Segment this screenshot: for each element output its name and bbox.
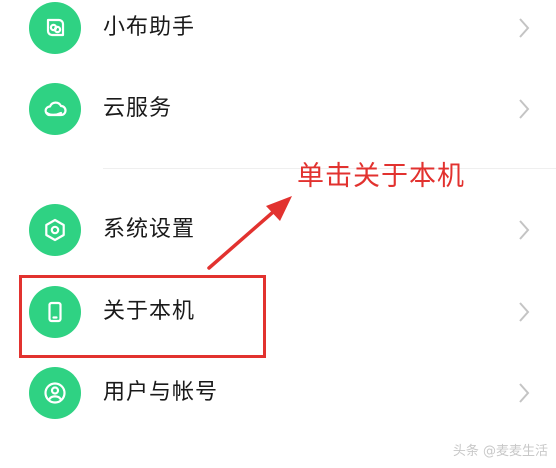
chevron-right-icon: [518, 17, 530, 39]
annotation-arrow-icon: [207, 196, 292, 270]
chevron-right-icon: [518, 98, 530, 120]
assistant-icon: [29, 2, 81, 54]
watermark: 头条 @麦麦生活: [452, 444, 548, 459]
cloud-icon: [29, 83, 81, 135]
settings-item-user-account[interactable]: 用户与帐号: [0, 355, 556, 431]
annotation-text: 单击关于本机: [297, 161, 465, 192]
settings-item-assistant[interactable]: 小布助手: [0, 0, 556, 66]
chevron-right-icon: [518, 382, 530, 404]
settings-item-label: 小布助手: [103, 15, 196, 40]
chevron-right-icon: [518, 301, 530, 323]
settings-item-label: 系统设置: [103, 217, 196, 242]
hexagon-gear-icon: [29, 204, 81, 256]
settings-item-cloud[interactable]: 云服务: [0, 71, 556, 147]
settings-item-label: 云服务: [103, 96, 173, 121]
highlight-box: [19, 275, 266, 358]
settings-item-label: 用户与帐号: [103, 380, 219, 405]
user-icon: [29, 367, 81, 419]
chevron-right-icon: [518, 219, 530, 241]
